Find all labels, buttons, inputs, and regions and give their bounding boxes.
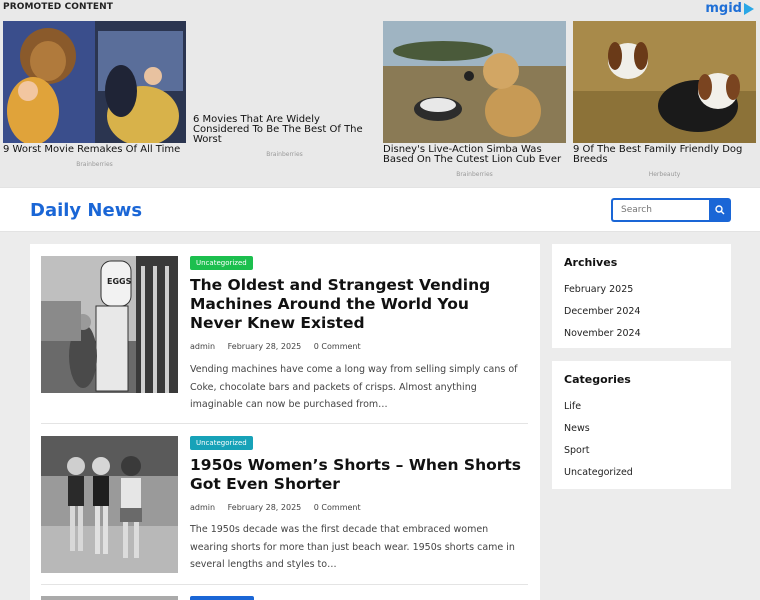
categories-list: Life News Sport Uncategorized [564, 396, 719, 484]
promo-card-title[interactable]: Disney's Live-Action Simba Was Based On … [383, 145, 566, 165]
post-divider [41, 584, 528, 585]
post-thumbnail-partial[interactable] [41, 596, 178, 600]
search-button[interactable] [709, 198, 731, 222]
post-comments[interactable]: 0 Comment [314, 342, 361, 351]
category-link[interactable]: Sport [564, 440, 719, 462]
post-thumbnail-vending-machine[interactable]: EGGS [41, 256, 178, 393]
post-date[interactable]: February 28, 2025 [228, 342, 302, 351]
category-badge[interactable]: Uncategorized [190, 256, 253, 270]
post-divider [41, 423, 528, 424]
category-badge[interactable]: Uncategorized [190, 436, 253, 450]
post-item: Uncategorized 1950s Women’s Shorts – Whe… [41, 436, 529, 600]
promo-card[interactable]: 9 Of The Best Family Friendly Dog Breeds… [573, 21, 756, 178]
archive-link[interactable]: November 2024 [564, 323, 719, 345]
post-comments[interactable]: 0 Comment [314, 503, 361, 512]
post-meta: admin February 28, 2025 0 Comment [190, 503, 371, 512]
category-link[interactable]: News [564, 418, 719, 440]
post-author[interactable]: admin [190, 342, 215, 351]
promo-card-source: Brainberries [266, 151, 303, 158]
archives-list: February 2025 December 2024 November 202… [564, 279, 719, 345]
svg-text:EGGS: EGGS [107, 277, 132, 286]
promo-label: PROMOTED CONTENT [3, 2, 114, 12]
archive-link[interactable]: February 2025 [564, 279, 719, 301]
promo-image-lion-cub[interactable] [383, 21, 566, 143]
post-item: EGGS Uncategorized The Oldest and Strang… [41, 256, 529, 426]
search-input[interactable] [611, 198, 709, 222]
post-title[interactable]: The Oldest and Strangest Vending Machine… [190, 276, 526, 333]
promo-card-source: Brainberries [76, 161, 113, 168]
mgid-logo[interactable]: mgid [705, 1, 754, 16]
promoted-content-band: PROMOTED CONTENT mgid 9 Worst Movie Rema… [0, 0, 760, 187]
post-excerpt: Vending machines have come a long way fr… [190, 364, 518, 410]
search-form [611, 198, 731, 222]
category-link[interactable]: Uncategorized [564, 462, 719, 484]
promo-card-source: Brainberries [456, 171, 493, 178]
promo-image-beagle-puppies[interactable] [573, 21, 756, 143]
category-badge-partial[interactable] [190, 596, 254, 600]
promo-card-title[interactable]: 9 Worst Movie Remakes Of All Time [3, 145, 186, 155]
category-link[interactable]: Life [564, 396, 719, 418]
categories-widget: Categories Life News Sport Uncategorized [552, 361, 731, 489]
post-list: EGGS Uncategorized The Oldest and Strang… [30, 244, 540, 600]
mgid-logo-text: mgid [705, 1, 742, 16]
post-thumbnail-1950s-shorts[interactable] [41, 436, 178, 573]
post-excerpt: The 1950s decade was the first decade th… [190, 524, 515, 570]
promo-card-title[interactable]: 6 Movies That Are Widely Considered To B… [193, 115, 376, 145]
post-meta: admin February 28, 2025 0 Comment [190, 342, 371, 351]
post-author[interactable]: admin [190, 503, 215, 512]
site-header: Daily News [0, 187, 760, 232]
search-icon [715, 205, 725, 215]
promo-card-source: Herbeauty [648, 171, 681, 178]
post-date[interactable]: February 28, 2025 [228, 503, 302, 512]
promo-card[interactable]: Disney's Live-Action Simba Was Based On … [383, 21, 566, 178]
post-title[interactable]: 1950s Women’s Shorts – When Shorts Got E… [190, 456, 526, 494]
archives-heading: Archives [564, 256, 618, 269]
promo-card[interactable]: 6 Movies That Are Widely Considered To B… [193, 113, 376, 159]
archive-link[interactable]: December 2024 [564, 301, 719, 323]
promo-card-title[interactable]: 9 Of The Best Family Friendly Dog Breeds [573, 145, 756, 165]
promo-card[interactable]: 9 Worst Movie Remakes Of All Time Brainb… [3, 21, 186, 168]
play-arrow-icon [744, 2, 754, 15]
categories-heading: Categories [564, 373, 631, 386]
site-title[interactable]: Daily News [30, 200, 142, 221]
archives-widget: Archives February 2025 December 2024 Nov… [552, 244, 731, 348]
promo-image-beauty-and-beast[interactable] [3, 21, 186, 143]
